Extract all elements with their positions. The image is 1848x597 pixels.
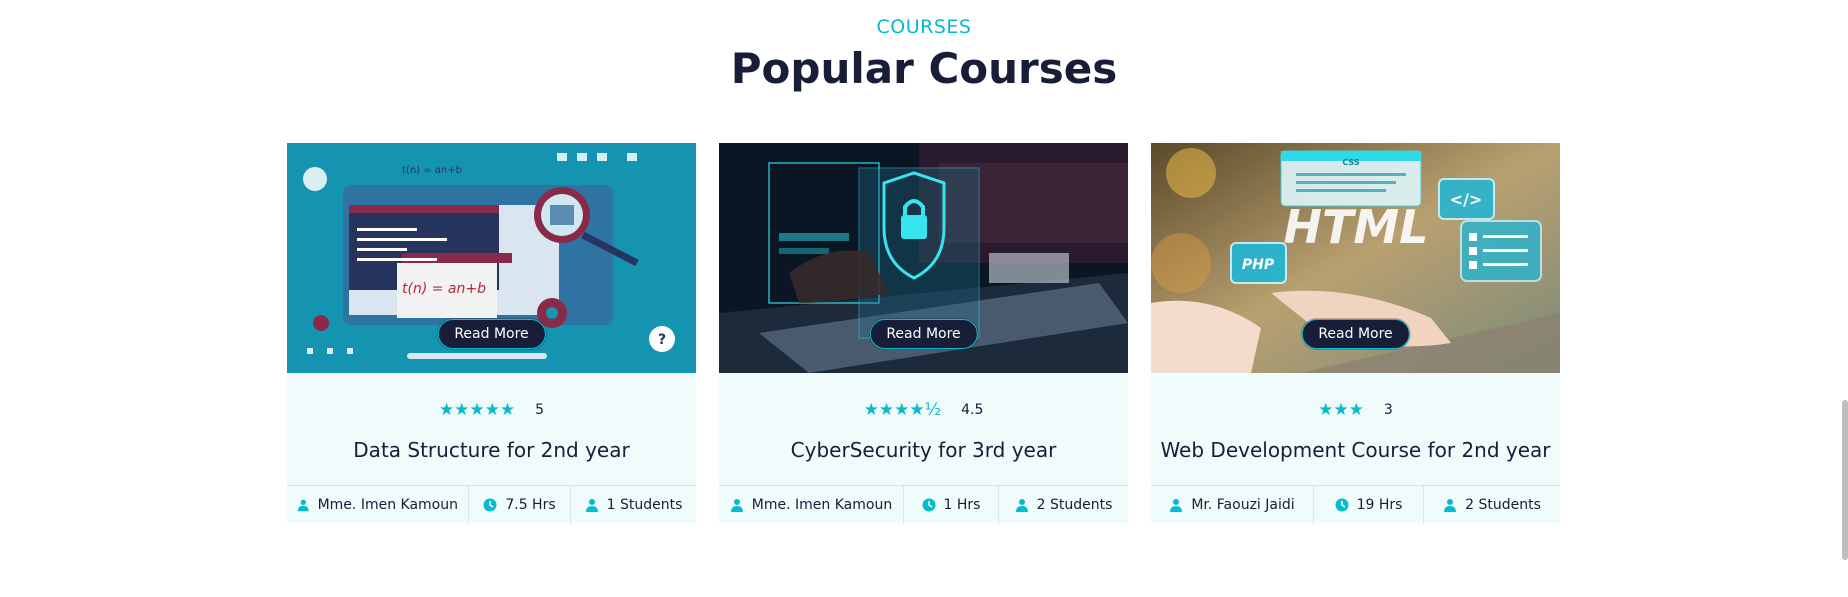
instructor-name: Mme. Imen Kamoun <box>317 497 458 513</box>
rating-stars-icon: ★★★ <box>1318 400 1364 420</box>
clock-icon <box>1335 498 1349 512</box>
course-meta: Mme. Imen Kamoun 7.5 Hrs 1 Students <box>287 485 696 524</box>
course-title[interactable]: Web Development Course for 2nd year <box>1151 438 1560 462</box>
svg-text:</>: </> <box>1450 190 1483 209</box>
meta-duration: 19 Hrs <box>1314 486 1424 524</box>
meta-students: 1 Students <box>571 486 696 524</box>
meta-instructor: Mme. Imen Kamoun <box>719 486 904 524</box>
svg-text:CSS: CSS <box>1342 158 1359 167</box>
svg-text:t(n) = an+b: t(n) = an+b <box>402 165 462 176</box>
students-count: 2 Students <box>1465 497 1541 513</box>
read-more-button[interactable]: Read More <box>437 319 546 349</box>
course-title[interactable]: CyberSecurity for 3rd year <box>719 438 1128 462</box>
course-thumbnail[interactable]: PHP CSS </> HTML Read More <box>1151 143 1560 373</box>
read-more-button[interactable]: Read More <box>1301 319 1410 349</box>
clock-icon <box>922 498 936 512</box>
meta-students: 2 Students <box>999 486 1128 524</box>
meta-instructor: Mr. Faouzi Jaidi <box>1151 486 1314 524</box>
user-icon <box>1015 499 1028 512</box>
course-card: ? t(n) = an+b t(n) = an+b Read More ★★★★… <box>287 143 696 524</box>
section-title: Popular Courses <box>730 44 1118 93</box>
course-thumbnail[interactable]: Read More <box>719 143 1128 373</box>
duration: 1 Hrs <box>943 497 981 513</box>
rating-value: 3 <box>1383 402 1393 418</box>
instructor-name: Mr. Faouzi Jaidi <box>1191 497 1295 513</box>
course-rating: ★★★ 3 <box>1151 400 1560 420</box>
svg-text:HTML: HTML <box>1284 200 1429 254</box>
course-title[interactable]: Data Structure for 2nd year <box>287 438 696 462</box>
meta-duration: 1 Hrs <box>904 486 999 524</box>
instructor-name: Mme. Imen Kamoun <box>751 497 893 513</box>
rating-stars-icon: ★★★★★ <box>438 400 516 420</box>
course-thumbnail[interactable]: ? t(n) = an+b t(n) = an+b Read More <box>287 143 696 373</box>
page-scrollbar[interactable] <box>1842 400 1848 560</box>
course-rating: ★★★★★ 5 <box>287 400 696 420</box>
rating-value: 4.5 <box>961 402 984 418</box>
students-count: 2 Students <box>1036 497 1113 513</box>
meta-students: 2 Students <box>1424 486 1560 524</box>
user-icon <box>1444 499 1457 512</box>
students-count: 1 Students <box>606 497 683 513</box>
course-rating: ★★★★½ 4.5 <box>719 400 1128 420</box>
course-card: PHP CSS </> HTML Read More ★★★ 3 Web Deve… <box>1151 143 1560 524</box>
svg-text:t(n) = an+b: t(n) = an+b <box>402 281 486 297</box>
section-eyebrow: COURSES <box>876 16 972 38</box>
course-card: Read More ★★★★½ 4.5 CyberSecurity for 3rd… <box>719 143 1128 524</box>
user-icon <box>585 499 598 512</box>
meta-duration: 7.5 Hrs <box>469 486 571 524</box>
user-tie-icon <box>1170 499 1183 512</box>
course-meta: Mme. Imen Kamoun 1 Hrs 2 Students <box>719 485 1128 524</box>
rating-stars-icon: ★★★★½ <box>863 400 942 420</box>
user-tie-icon <box>297 499 309 512</box>
clock-icon <box>483 498 497 512</box>
read-more-button[interactable]: Read More <box>869 319 978 349</box>
rating-value: 5 <box>535 402 545 418</box>
user-tie-icon <box>730 499 743 512</box>
svg-text:PHP: PHP <box>1242 257 1275 273</box>
svg-text:?: ? <box>658 332 666 348</box>
duration: 7.5 Hrs <box>505 497 556 513</box>
meta-instructor: Mme. Imen Kamoun <box>287 486 469 524</box>
course-meta: Mr. Faouzi Jaidi 19 Hrs 2 Students <box>1151 485 1560 524</box>
duration: 19 Hrs <box>1356 497 1403 513</box>
